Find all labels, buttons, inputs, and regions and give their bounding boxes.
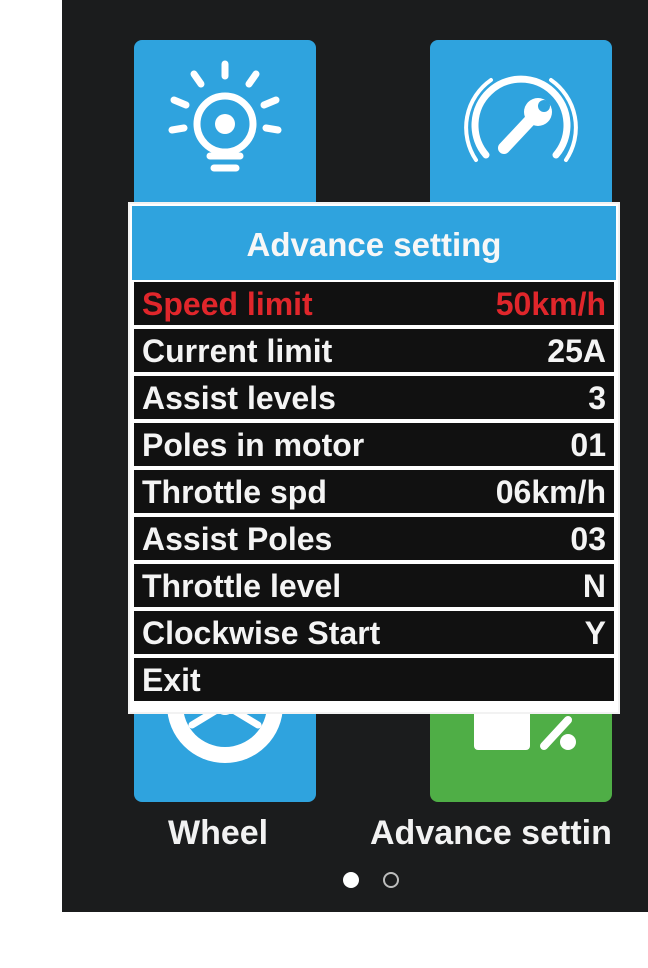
menu-item-exit[interactable]: Exit xyxy=(134,658,614,701)
menu-item-throttle-spd[interactable]: Throttle spd 06km/h xyxy=(134,470,614,513)
menu-item-value: 25A xyxy=(547,333,606,369)
menu-item-throttle-level[interactable]: Throttle level N xyxy=(134,564,614,607)
menu-item-label: Throttle level xyxy=(142,568,342,604)
menu-item-label: Throttle spd xyxy=(142,474,327,510)
menu-item-value: N xyxy=(582,568,606,604)
menu-item-label: Clockwise Start xyxy=(142,615,381,651)
menu-item-label: Assist Poles xyxy=(142,521,333,557)
tile-label-advance-settings: Advance settin xyxy=(370,814,612,852)
menu-item-speed-limit[interactable]: Speed limit 50km/h xyxy=(134,282,614,325)
device-screen: Wheel Advance settin Advance setting Spe… xyxy=(62,0,648,912)
menu-item-value: 06km/h xyxy=(495,474,606,510)
dialog-title: Advance setting xyxy=(132,206,616,280)
page-dot-active[interactable] xyxy=(343,872,359,888)
page-dot-inactive[interactable] xyxy=(383,872,399,888)
menu-item-current-limit[interactable]: Current limit 25A xyxy=(134,329,614,372)
tile-speedometer[interactable] xyxy=(430,40,612,210)
menu-item-value: Y xyxy=(584,615,606,651)
menu-item-value: 50km/h xyxy=(495,286,606,322)
menu-item-label: Current limit xyxy=(142,333,333,369)
menu-item-value: 01 xyxy=(570,427,606,463)
menu-item-value: 03 xyxy=(570,521,606,557)
tile-light[interactable] xyxy=(134,40,316,210)
menu-item-label: Assist levels xyxy=(142,380,336,416)
menu-item-poles-in-motor[interactable]: Poles in motor 01 xyxy=(134,423,614,466)
menu-item-clockwise-start[interactable]: Clockwise Start Y xyxy=(134,611,614,654)
menu-item-label: Exit xyxy=(142,662,201,698)
menu-item-assist-poles[interactable]: Assist Poles 03 xyxy=(134,517,614,560)
menu-item-assist-levels[interactable]: Assist levels 3 xyxy=(134,376,614,419)
speedometer-wrench-icon xyxy=(464,75,578,162)
menu-item-value: 3 xyxy=(588,380,606,416)
menu-item-label: Poles in motor xyxy=(142,427,365,463)
menu-item-label: Speed limit xyxy=(142,286,313,322)
tile-label-wheel: Wheel xyxy=(168,814,269,852)
advance-setting-dialog: Advance setting Speed limit 50km/h Curre… xyxy=(128,202,620,714)
light-bulb-icon xyxy=(168,60,282,172)
